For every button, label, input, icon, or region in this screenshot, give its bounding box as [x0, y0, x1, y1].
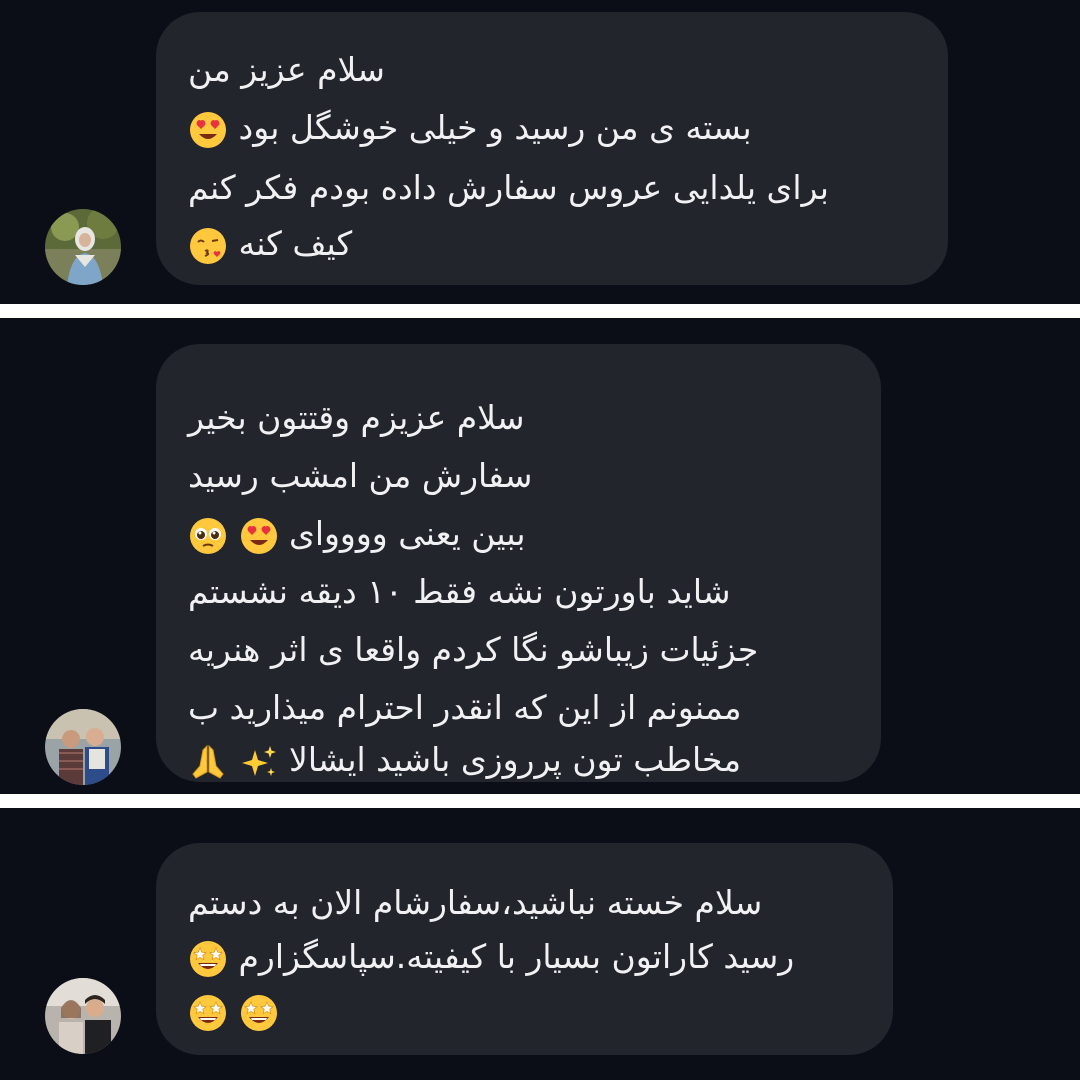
avatar[interactable] [45, 978, 121, 1054]
message-line: سلام خسته نباشید،سفارشام الان به دستم [188, 883, 763, 922]
message-panel-1: سلام عزیز من بسته ی من رسید و خیلی خوشگل… [0, 0, 1080, 304]
message-panel-3: سلام خسته نباشید،سفارشام الان به دستم رس… [0, 808, 1080, 1080]
message-line: سلام عزیز من [188, 50, 385, 89]
pleading-face-emoji [188, 516, 228, 556]
kissing-heart-emoji [188, 226, 228, 266]
message-line: مخاطب تون پرروزی باشید ایشالا [188, 740, 741, 782]
message-line [188, 991, 279, 1033]
heart-eyes-emoji [239, 516, 279, 556]
avatar[interactable] [45, 709, 121, 785]
star-struck-emoji [239, 993, 279, 1033]
star-struck-emoji [188, 939, 228, 979]
folded-hands-emoji [188, 742, 228, 782]
message-line: برای یلدایی عروس سفارش داده بودم فکر کنم [188, 168, 829, 207]
message-line: بسته ی من رسید و خیلی خوشگل بود [188, 108, 752, 150]
sparkles-emoji [239, 742, 279, 782]
message-panel-2: سلام عزیزم وقتتون بخیر سفارش من امشب رسی… [0, 318, 1080, 794]
message-line: شاید باورتون نشه فقط ۱۰ دیقه نشستم [188, 572, 731, 611]
message-line: رسید کاراتون بسیار با کیفیته.سپاسگزارم [188, 937, 794, 979]
message-line: سلام عزیزم وقتتون بخیر [188, 398, 525, 437]
message-line: سفارش من امشب رسید [188, 456, 533, 495]
message-bubble[interactable]: سلام عزیز من بسته ی من رسید و خیلی خوشگل… [156, 12, 948, 285]
message-line: کیف کنه [188, 224, 352, 266]
message-bubble[interactable]: سلام عزیزم وقتتون بخیر سفارش من امشب رسی… [156, 344, 881, 782]
heart-eyes-emoji [188, 110, 228, 150]
message-line: ممنونم از این که انقدر احترام میذارید ب [188, 688, 742, 727]
avatar[interactable] [45, 209, 121, 285]
star-struck-emoji [188, 993, 228, 1033]
message-line: ببین یعنی وووواى [188, 514, 526, 556]
message-line: جزئیات زیباشو نگا کردم واقعا ی اثر هنریه [188, 630, 759, 669]
message-bubble[interactable]: سلام خسته نباشید،سفارشام الان به دستم رس… [156, 843, 893, 1055]
